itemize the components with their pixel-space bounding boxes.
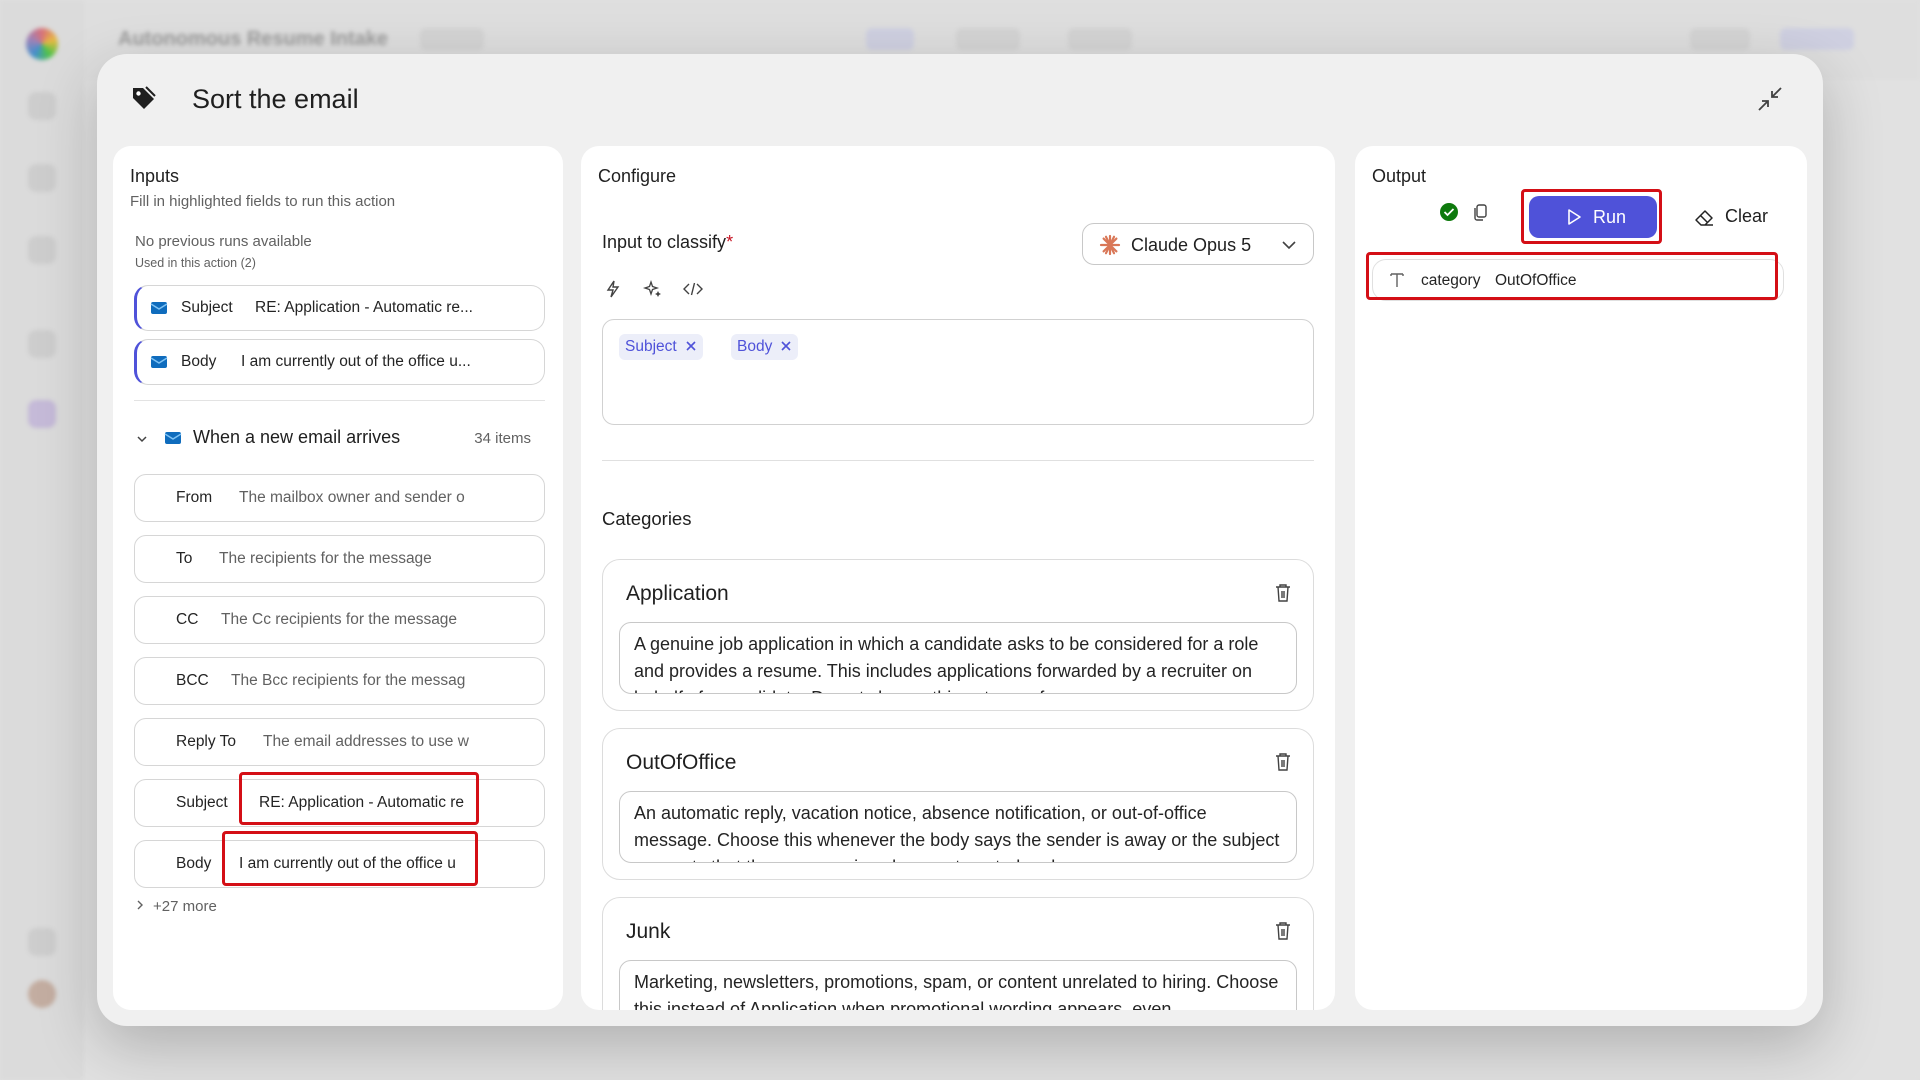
tag-icon — [129, 84, 157, 112]
field-value: I am currently out of the office u... — [241, 353, 471, 370]
success-check-icon — [1439, 202, 1459, 227]
play-icon — [1565, 208, 1583, 226]
run-button[interactable]: Run — [1529, 196, 1657, 238]
lightning-icon[interactable] — [602, 278, 624, 300]
configure-panel: Configure Input to classify* Claude Opus… — [581, 146, 1335, 1010]
category-name: OutOfOffice — [626, 751, 737, 774]
model-selector[interactable]: Claude Opus 5 — [1082, 223, 1314, 265]
more-label: +27 more — [153, 898, 217, 915]
field-to[interactable]: To The recipients for the message — [134, 535, 545, 583]
chip-subject[interactable]: Subject — [619, 334, 703, 360]
field-label: Reply To — [176, 733, 237, 750]
chip-body[interactable]: Body — [731, 334, 799, 360]
chip-label: Body — [737, 338, 773, 355]
output-title: Output — [1372, 166, 1427, 186]
field-label: Body — [176, 855, 212, 872]
category-name: Application — [626, 582, 729, 605]
trash-icon[interactable] — [1273, 751, 1293, 773]
required-mark: * — [726, 232, 734, 252]
close-icon[interactable] — [685, 335, 697, 351]
used-field-subject[interactable]: Subject RE: Application - Automatic re..… — [134, 285, 545, 331]
categories-title: Categories — [602, 508, 692, 529]
inputs-title: Inputs — [130, 166, 180, 186]
field-reply-to[interactable]: Reply To The email addresses to use w — [134, 718, 545, 766]
field-label: CC — [176, 611, 199, 628]
dialog-header: Sort the email — [97, 54, 1823, 146]
category-card-junk: Junk Marketing, newsletters, promotions,… — [602, 897, 1314, 1010]
field-body[interactable]: Body I am currently out of the office u — [134, 840, 545, 888]
divider — [602, 460, 1314, 461]
more-fields-link[interactable]: +27 more — [135, 898, 217, 915]
input-toolbar — [602, 278, 722, 302]
category-description[interactable]: A genuine job application in which a can… — [619, 622, 1297, 694]
field-value[interactable]: I am currently out of the office u — [239, 855, 471, 873]
field-label: From — [176, 489, 213, 506]
trash-icon[interactable] — [1273, 582, 1293, 604]
trash-icon[interactable] — [1273, 920, 1293, 942]
field-from[interactable]: From The mailbox owner and sender o — [134, 474, 545, 522]
category-card-outofoffice: OutOfOffice An automatic reply, vacation… — [602, 728, 1314, 880]
output-status — [1439, 200, 1495, 224]
field-value[interactable]: RE: Application - Automatic re — [259, 794, 471, 812]
used-in-action-label: Used in this action (2) — [135, 256, 256, 270]
chevron-down-icon — [1281, 238, 1297, 252]
model-name: Claude Opus 5 — [1131, 235, 1252, 255]
copy-icon[interactable] — [1471, 202, 1491, 227]
output-key: category — [1421, 272, 1481, 289]
run-label: Run — [1593, 207, 1627, 227]
chip-label: Subject — [625, 338, 677, 355]
category-description[interactable]: Marketing, newsletters, promotions, spam… — [619, 960, 1297, 1010]
input-to-classify-label: Input to classify* — [602, 232, 733, 253]
field-value: The email addresses to use w — [263, 733, 469, 750]
classify-input[interactable]: Subject Body — [602, 319, 1314, 425]
output-panel: Output Run Clear category OutOfOffice — [1355, 146, 1807, 1010]
collapse-icon[interactable] — [1755, 84, 1785, 114]
group-title: When a new email arrives — [193, 427, 401, 447]
used-field-body[interactable]: Body I am currently out of the office u.… — [134, 339, 545, 385]
field-label: Body — [181, 353, 217, 370]
field-cc[interactable]: CC The Cc recipients for the message — [134, 596, 545, 644]
label-text: Input to classify — [602, 232, 727, 252]
divider — [134, 400, 545, 401]
outlook-icon — [149, 353, 169, 371]
output-result-row: category OutOfOffice — [1372, 259, 1784, 301]
clear-label: Clear — [1725, 206, 1769, 226]
inputs-panel: Inputs Fill in highlighted fields to run… — [113, 146, 563, 1010]
close-icon[interactable] — [780, 335, 792, 351]
field-label: Subject — [181, 299, 233, 316]
field-value: The Bcc recipients for the messag — [231, 672, 466, 689]
chevron-down-icon — [135, 432, 149, 446]
group-when-new-email[interactable]: When a new email arrives 34 items — [135, 426, 545, 456]
output-value: OutOfOffice — [1495, 272, 1577, 289]
clear-button[interactable]: Clear — [1687, 199, 1787, 235]
no-previous-runs: No previous runs available — [135, 233, 312, 250]
field-subject[interactable]: Subject RE: Application - Automatic re — [134, 779, 545, 827]
sort-email-dialog: Sort the email Inputs Fill in highlighte… — [97, 54, 1823, 1026]
category-card-application: Application A genuine job application in… — [602, 559, 1314, 711]
dialog-title: Sort the email — [192, 84, 359, 114]
field-bcc[interactable]: BCC The Bcc recipients for the messag — [134, 657, 545, 705]
inputs-subtitle: Fill in highlighted fields to run this a… — [130, 193, 396, 210]
category-name: Junk — [626, 920, 671, 943]
field-value: The mailbox owner and sender o — [239, 489, 465, 506]
text-type-icon — [1389, 271, 1405, 289]
sparkle-icon[interactable] — [642, 278, 664, 300]
field-label: BCC — [176, 672, 209, 689]
chevron-right-icon — [135, 898, 147, 915]
claude-logo-icon — [1099, 234, 1121, 256]
outlook-icon — [149, 299, 169, 317]
outlook-icon — [163, 429, 183, 447]
field-label: To — [176, 550, 193, 567]
field-value: The recipients for the message — [219, 550, 432, 567]
eraser-icon — [1693, 207, 1715, 227]
field-label: Subject — [176, 794, 228, 811]
configure-title: Configure — [598, 166, 677, 186]
field-value: The Cc recipients for the message — [221, 611, 458, 628]
code-icon[interactable] — [682, 278, 704, 300]
category-description[interactable]: An automatic reply, vacation notice, abs… — [619, 791, 1297, 863]
group-count: 34 items — [474, 430, 531, 447]
field-value: RE: Application - Automatic re... — [255, 299, 473, 316]
